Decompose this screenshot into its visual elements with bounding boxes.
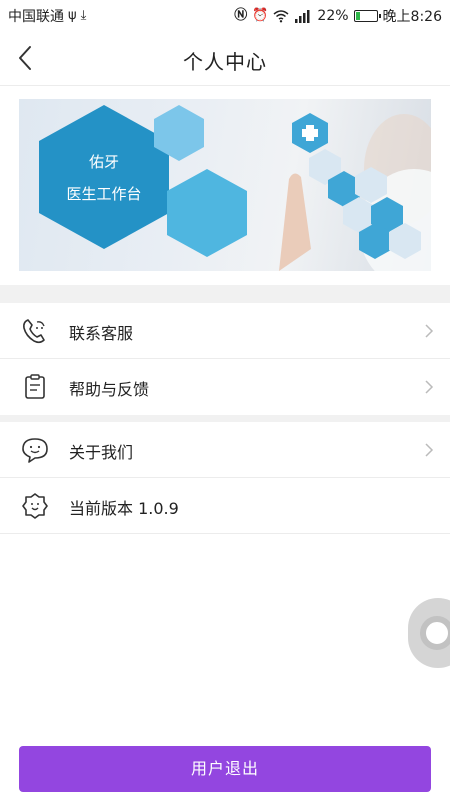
menu-label-about-us: 关于我们 [69,443,134,462]
feedback-icon [25,374,45,399]
section-separator [0,415,450,422]
banner-subtitle: 医生工作台 [66,185,141,203]
menu-item-about-us[interactable]: 关于我们 [0,422,450,478]
wifi-icon [273,10,289,23]
gear-smile-icon [22,493,48,519]
hexagon-medium [167,169,247,257]
banner-image: 佑牙 医生工作台 [19,99,431,271]
usb-icon: ψ [68,8,77,23]
chevron-right-icon [425,380,434,394]
alarm-icon: ⏰ [252,8,269,23]
divider [0,533,450,534]
banner-brand: 佑牙 [89,153,119,171]
customer-service-icon [23,319,45,344]
menu-item-customer-service[interactable]: 联系客服 [0,303,450,359]
title-bar: 个人中心 [0,30,450,86]
status-bar: 中国联通 ψ ⤓ Ⓝ ⏰ 22% 晚上8:26 [0,0,450,30]
status-right: Ⓝ ⏰ 22% 晚上8:26 [234,6,442,26]
battery-icon [353,10,381,22]
chat-smile-icon [22,438,48,463]
carrier-label: 中国联通 [8,9,64,25]
chevron-right-icon [425,443,434,457]
chevron-right-icon [425,324,434,338]
download-icon: ⤓ [80,8,87,23]
clock: 晚上8:26 [382,9,442,25]
floating-assist-button[interactable] [408,598,450,668]
banner-graphic: 佑牙 医生工作台 [39,105,431,271]
finger-shape [279,173,311,271]
menu-item-help-feedback[interactable]: 帮助与反馈 [0,359,450,415]
section-separator [0,285,450,303]
page-title: 个人中心 [183,50,267,74]
menu-item-version: 当前版本 1.0.9 [0,478,450,534]
battery-fill [355,12,361,20]
battery-percent: 22% [317,8,349,24]
logout-button[interactable]: 用户退出 [19,746,431,792]
menu-label-customer-service: 联系客服 [69,324,134,343]
assist-circle-icon [420,616,450,650]
menu-label-version: 当前版本 1.0.9 [69,499,179,518]
status-left: 中国联通 ψ ⤓ [8,6,86,26]
hexagon-large [39,105,169,249]
menu-label-help-feedback: 帮助与反馈 [69,380,150,399]
nfc-icon: Ⓝ [234,8,248,23]
signal-icon [295,10,310,23]
